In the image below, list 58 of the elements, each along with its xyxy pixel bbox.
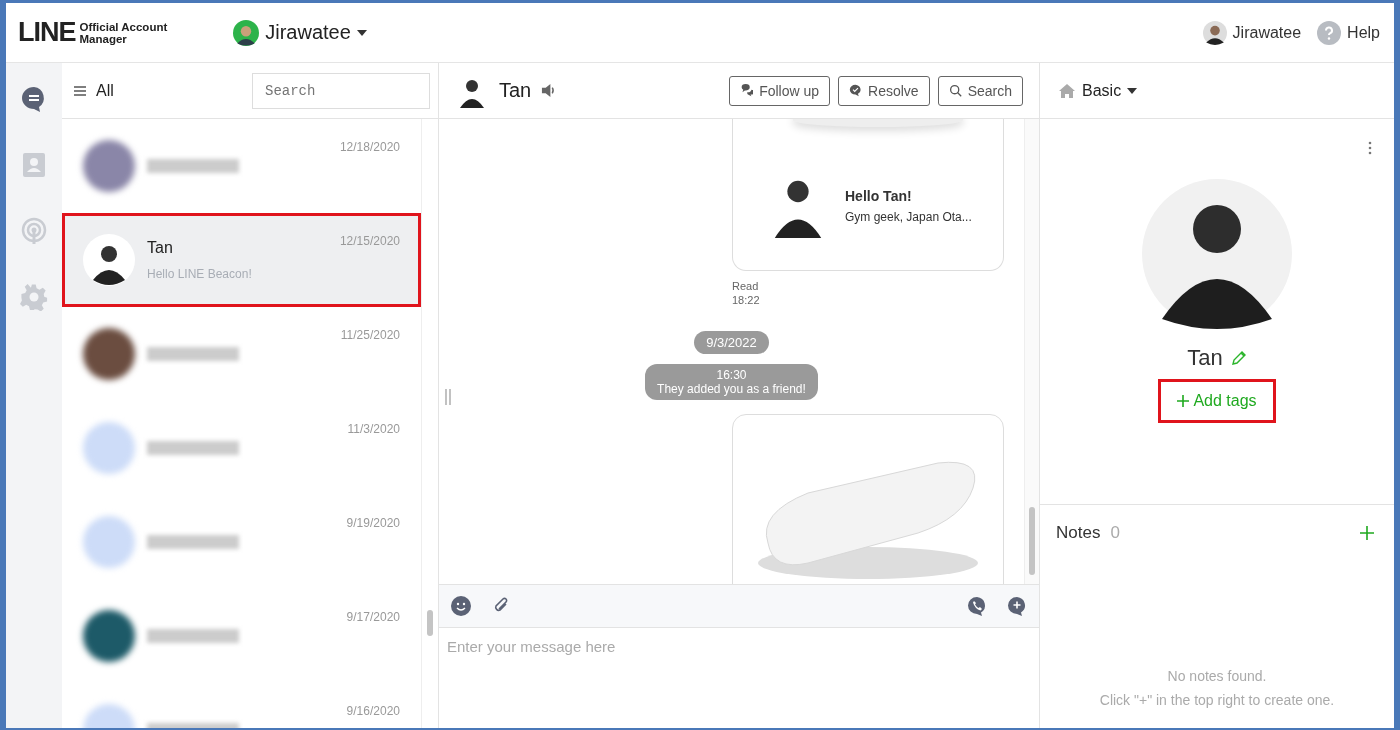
filter-menu[interactable]: All	[74, 81, 114, 100]
call-icon[interactable]	[967, 596, 987, 616]
speaker-icon	[541, 83, 557, 98]
message-time: 18:22	[732, 293, 760, 307]
edit-icon[interactable]	[1230, 350, 1247, 366]
search-button[interactable]: Search	[937, 75, 1023, 106]
help-link[interactable]: Help	[1317, 20, 1380, 45]
card-title: Hello Tan!	[845, 188, 913, 204]
settings-nav-icon[interactable]	[20, 283, 48, 311]
account-switcher[interactable]: Jirawatee	[233, 19, 367, 46]
chat-date: 12/15/2020	[339, 234, 400, 248]
chat-list-item[interactable]: Tan Hello LINE Beacon! 12/15/2020	[62, 213, 421, 307]
plus-icon	[1177, 395, 1190, 407]
system-message: 16:30 They added you as a friend!	[645, 364, 818, 400]
resolve-button[interactable]: Resolve	[838, 75, 930, 106]
image-message[interactable]	[732, 414, 1004, 584]
scrollbar-thumb[interactable]	[1029, 507, 1035, 575]
notes-title: Notes	[1056, 523, 1101, 543]
chat-date: 9/19/2020	[346, 516, 400, 530]
notes-count: 0	[1110, 523, 1120, 543]
contact-name: Tan	[147, 239, 174, 257]
menu-icon	[74, 85, 86, 96]
avatar-icon	[83, 234, 135, 286]
user-avatar-icon	[1202, 20, 1227, 45]
account-avatar-icon	[233, 19, 260, 46]
chat-date: 11/25/2020	[340, 328, 400, 342]
check-bubble-icon	[849, 84, 863, 97]
broadcast-nav-icon[interactable]	[20, 217, 48, 245]
empty-notes-text: No notes found.	[1167, 668, 1267, 684]
card-subtitle: Gym geek, Japan Ota...	[845, 210, 972, 224]
empty-notes-text: Click "+" in the top right to create one.	[1099, 692, 1335, 708]
caret-icon	[1127, 87, 1138, 94]
search-icon	[948, 84, 962, 97]
add-note-icon[interactable]	[1360, 526, 1374, 540]
view-dropdown[interactable]: Basic	[1058, 81, 1138, 100]
drag-handle-icon[interactable]	[445, 389, 451, 405]
add-message-icon[interactable]	[1007, 596, 1027, 616]
chat-date: 12/18/2020	[339, 140, 400, 154]
profile-message-card[interactable]: Hello Tan! Gym geek, Japan Ota...	[732, 119, 1004, 271]
contacts-nav-icon[interactable]	[20, 151, 48, 179]
message-preview: Hello LINE Beacon!	[147, 267, 252, 281]
chat-bubbles-icon	[740, 84, 754, 97]
scrollbar-thumb[interactable]	[427, 610, 433, 636]
contact-name: Tan	[499, 79, 532, 102]
profile-name: Tan	[1187, 345, 1223, 371]
follow-button[interactable]: Follow up	[729, 75, 831, 106]
search-field[interactable]: Search	[252, 72, 430, 109]
chat-date: 9/17/2020	[346, 610, 400, 624]
chat-date: 9/16/2020	[346, 704, 400, 718]
date-separator: 9/3/2022	[694, 331, 769, 354]
help-icon	[1317, 20, 1342, 45]
home-icon	[1058, 82, 1076, 99]
emoji-icon[interactable]	[451, 596, 471, 616]
read-status: Read	[732, 279, 759, 293]
more-options-icon[interactable]	[1368, 141, 1372, 155]
user-menu[interactable]: Jirawatee	[1202, 20, 1302, 45]
chat-date: 11/3/2020	[347, 422, 400, 436]
caret-icon	[356, 29, 367, 36]
